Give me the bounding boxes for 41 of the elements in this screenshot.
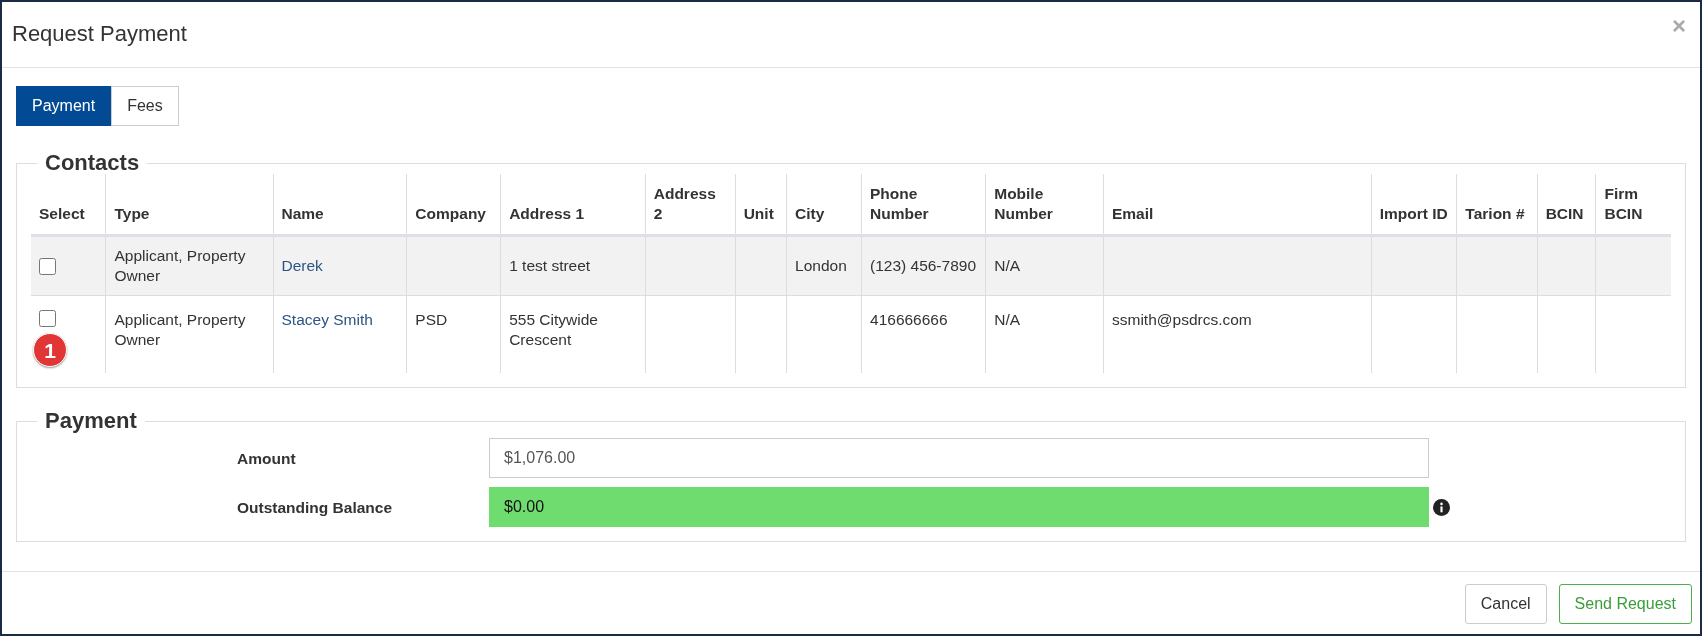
table-cell: 1 test street xyxy=(509,257,591,275)
column-header: Address 1 xyxy=(509,205,585,223)
select-checkbox[interactable] xyxy=(39,310,56,328)
cancel-button[interactable]: Cancel xyxy=(1464,584,1547,624)
column-header: Tarion # xyxy=(1465,205,1525,223)
column-header: BCIN xyxy=(1545,205,1584,223)
column-header: Select xyxy=(39,205,85,223)
table-cell: London xyxy=(795,257,847,275)
table-cell: 555 Citywide Crescent xyxy=(509,311,598,349)
column-header: Mobile Number xyxy=(994,185,1053,223)
table-cell: 416666666 xyxy=(870,311,948,329)
table-cell: N/A xyxy=(994,311,1021,329)
column-header: City xyxy=(795,205,825,223)
amount-field[interactable]: $0.00 xyxy=(489,487,1429,528)
column-header: Type xyxy=(114,205,150,223)
tab[interactable]: Payment xyxy=(16,86,112,126)
table-cell: Applicant, Property Owner xyxy=(114,311,246,349)
field-label: Amount xyxy=(237,448,297,469)
contact-link[interactable]: Derek xyxy=(281,257,323,275)
column-header: Address 2 xyxy=(653,185,716,223)
column-header: Firm BCIN xyxy=(1604,185,1643,223)
send-button[interactable]: Send Request xyxy=(1558,584,1692,624)
table-cell: ssmith@psdrcs.com xyxy=(1112,311,1252,329)
table-cell: PSD xyxy=(415,311,448,329)
amount-field[interactable]: $1,076.00 xyxy=(489,438,1429,479)
column-header: Unit xyxy=(743,205,774,223)
dialog-title: Request Payment xyxy=(12,21,187,48)
column-header: Import ID xyxy=(1379,205,1448,223)
field-label: Outstanding Balance xyxy=(237,497,394,518)
table-cell: Applicant, Property Owner xyxy=(114,247,246,285)
column-header: Company xyxy=(415,205,486,223)
info-icon[interactable] xyxy=(1433,498,1450,516)
table-cell: (123) 456-7890 xyxy=(870,257,976,275)
step-marker: 1 xyxy=(33,333,67,368)
select-checkbox[interactable] xyxy=(39,257,56,275)
column-header: Phone Number xyxy=(870,185,929,223)
column-header: Name xyxy=(281,205,324,223)
column-header: Email xyxy=(1112,205,1154,223)
tab[interactable]: Fees xyxy=(111,86,179,126)
table-cell: N/A xyxy=(994,257,1021,275)
contact-link[interactable]: Stacey Smith xyxy=(281,311,373,329)
